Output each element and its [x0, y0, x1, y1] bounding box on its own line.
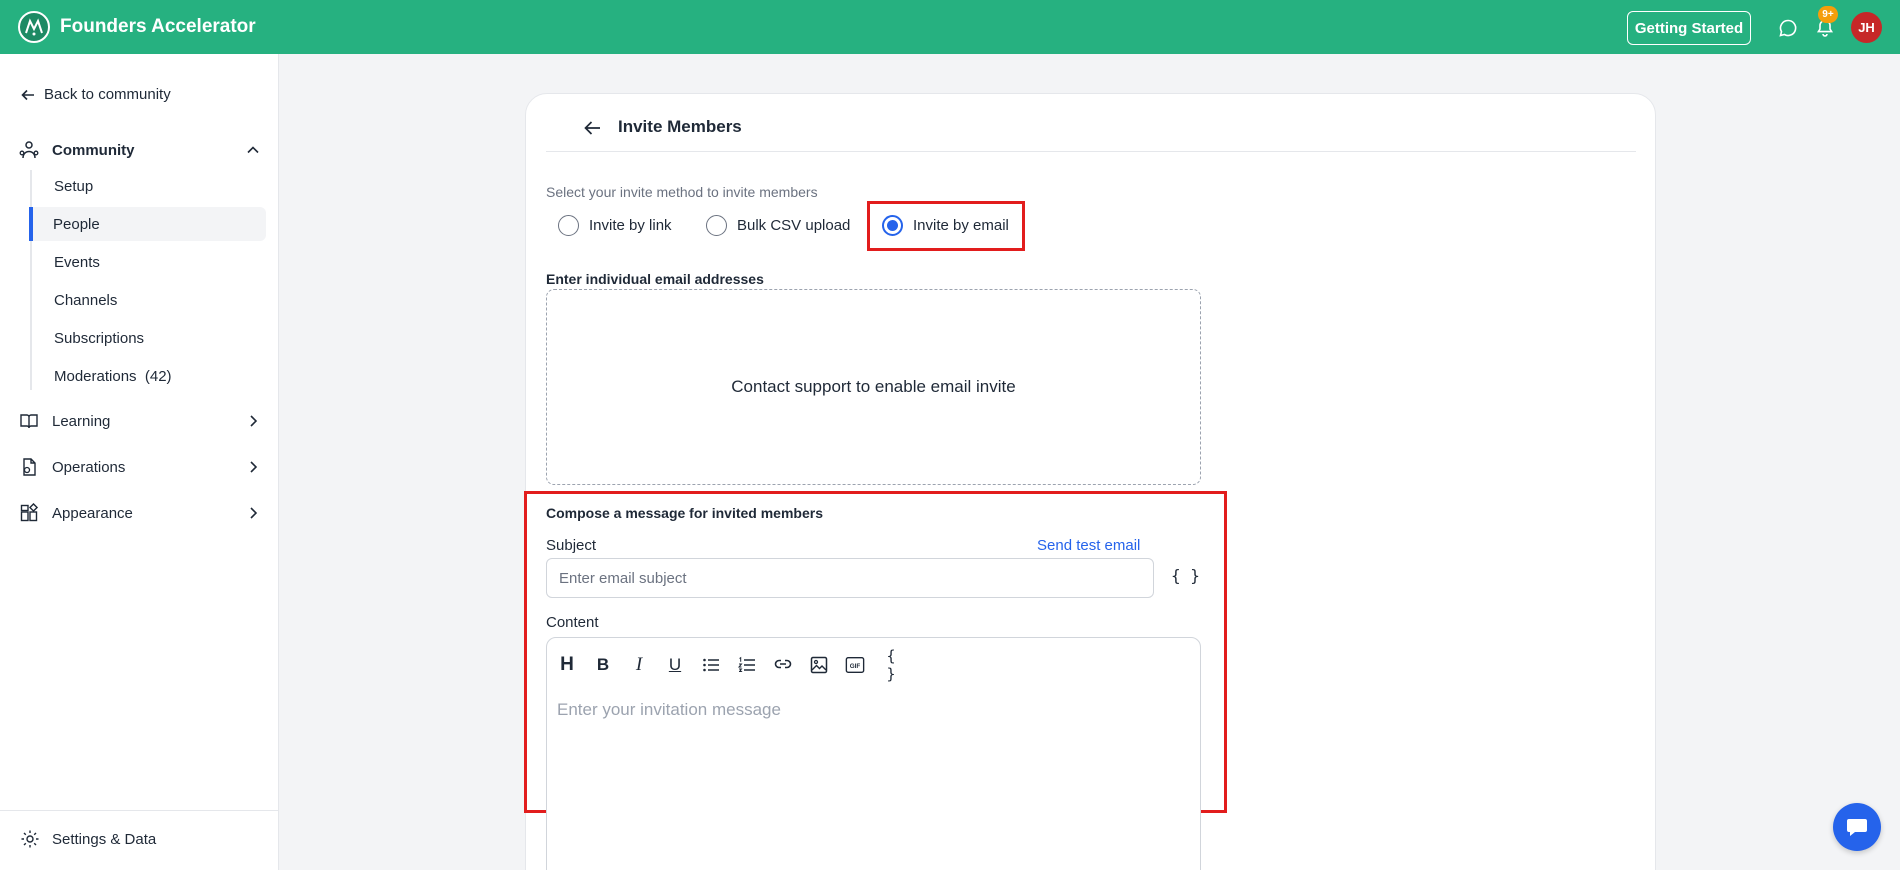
radio-bulk-csv-upload[interactable]: Bulk CSV upload — [706, 212, 850, 238]
back-to-community-label: Back to community — [44, 86, 171, 103]
insert-variable-button[interactable]: { } — [1171, 566, 1200, 585]
chat-bubble-icon[interactable] — [1776, 16, 1800, 40]
sidebar-item-community[interactable]: Community — [18, 136, 261, 164]
gear-icon — [21, 830, 39, 848]
card-header: Invite Members — [546, 114, 1636, 152]
sidebar-item-events[interactable]: Events — [30, 245, 267, 279]
settings-and-data-label: Settings & Data — [52, 830, 157, 848]
gif-icon[interactable]: GIF — [843, 653, 867, 677]
sidebar-item-appearance[interactable]: Appearance — [18, 499, 261, 527]
submenu-rail — [30, 170, 32, 390]
email-invite-notice: Contact support to enable email invite — [731, 377, 1016, 396]
radio-label: Invite by link — [589, 216, 672, 234]
sidebar-item-setup[interactable]: Setup — [30, 169, 267, 203]
settings-and-data-link[interactable]: Settings & Data — [20, 829, 156, 849]
numbered-list-icon[interactable] — [735, 653, 759, 677]
variables-button[interactable]: { } — [879, 647, 903, 683]
sidebar-item-learning[interactable]: Learning — [18, 407, 261, 435]
editor-toolbar: H B I U GIF { } — [555, 647, 915, 683]
arrow-left-icon — [21, 89, 34, 100]
content-label: Content — [546, 614, 599, 631]
sidebar-footer: Settings & Data — [0, 810, 279, 870]
heading-button[interactable]: H — [555, 653, 579, 677]
file-icon — [18, 456, 40, 478]
sidebar-item-moderations[interactable]: Moderations (42) — [30, 359, 267, 393]
getting-started-button[interactable]: Getting Started — [1627, 11, 1751, 45]
subject-input[interactable] — [546, 558, 1154, 598]
subject-label: Subject — [546, 537, 597, 554]
avatar[interactable]: JH — [1851, 12, 1882, 43]
notification-badge: 9+ — [1818, 6, 1838, 23]
community-icon — [18, 139, 40, 161]
chat-icon — [1847, 819, 1867, 836]
radio-circle[interactable] — [558, 214, 579, 236]
support-chat-button[interactable] — [1833, 803, 1881, 851]
link-icon[interactable] — [771, 653, 795, 677]
italic-button[interactable]: I — [627, 653, 651, 677]
send-test-email-link[interactable]: Send test email — [1037, 537, 1140, 554]
compose-title: Compose a message for invited members — [546, 505, 823, 521]
underline-button[interactable]: U — [663, 653, 687, 677]
bullet-list-icon[interactable] — [699, 653, 723, 677]
radio-invite-by-link[interactable]: Invite by link — [558, 212, 672, 238]
message-editor[interactable]: H B I U GIF { } Enter your invitation me… — [546, 637, 1201, 870]
image-icon[interactable] — [807, 653, 831, 677]
sidebar-item-operations[interactable]: Operations — [18, 453, 261, 481]
highlight-box — [867, 201, 1025, 251]
brand-name[interactable]: Founders Accelerator — [60, 16, 256, 38]
sidebar-item-community-label: Community — [52, 141, 135, 159]
chevron-right-icon[interactable] — [245, 505, 261, 521]
invite-method-prompt: Select your invite method to invite memb… — [546, 184, 818, 200]
sidebar: Back to community Community Setup People… — [0, 54, 279, 870]
bold-button[interactable]: B — [591, 653, 615, 677]
back-arrow-icon[interactable] — [582, 117, 604, 139]
book-icon — [18, 410, 40, 432]
back-to-community-link[interactable]: Back to community — [20, 86, 171, 103]
chevron-up-icon[interactable] — [245, 142, 261, 158]
logo-icon[interactable] — [18, 11, 50, 43]
radio-label: Bulk CSV upload — [737, 216, 851, 234]
gif-text: GIF — [850, 663, 861, 670]
editor-placeholder: Enter your invitation message — [557, 700, 781, 719]
email-addresses-dropzone: Contact support to enable email invite — [546, 289, 1201, 485]
sidebar-item-appearance-label: Appearance — [52, 504, 133, 522]
sidebar-item-people[interactable]: People — [29, 207, 266, 241]
sidebar-item-subscriptions[interactable]: Subscriptions — [30, 321, 267, 355]
sidebar-item-operations-label: Operations — [52, 458, 126, 476]
sidebar-item-channels[interactable]: Channels — [30, 283, 267, 317]
sidebar-item-learning-label: Learning — [52, 412, 111, 430]
layout-icon — [18, 502, 40, 524]
top-bar: Founders Accelerator Getting Started 9+ … — [0, 0, 1900, 54]
chevron-right-icon[interactable] — [245, 459, 261, 475]
email-addresses-label: Enter individual email addresses — [546, 271, 764, 287]
page-title: Invite Members — [618, 117, 742, 136]
chevron-right-icon[interactable] — [245, 413, 261, 429]
radio-circle[interactable] — [706, 214, 727, 236]
invite-members-card: Invite Members Select your invite method… — [524, 93, 1656, 870]
